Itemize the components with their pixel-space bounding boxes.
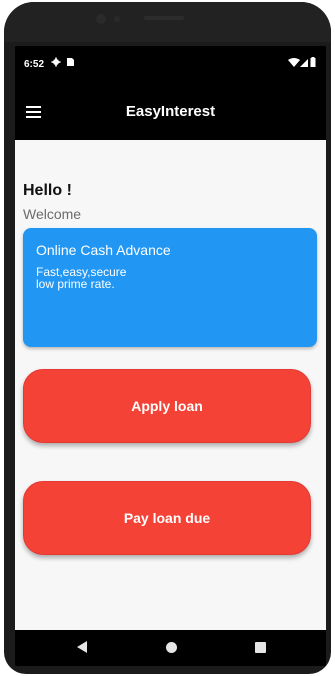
phone-bezel: 6:52 EasyInterest Hello ! Welcome Online…: [4, 2, 331, 674]
signal-icon: [300, 59, 308, 67]
battery-icon: [310, 57, 316, 67]
promo-card-title: Online Cash Advance: [36, 242, 171, 258]
front-camera-icon: [96, 14, 106, 24]
main-content: Hello ! Welcome Online Cash Advance Fast…: [15, 140, 326, 630]
wifi-icon: [288, 58, 300, 67]
device-frame: 6:52 EasyInterest Hello ! Welcome Online…: [0, 0, 335, 676]
welcome-text: Welcome: [23, 206, 82, 222]
status-bar: 6:52: [15, 46, 326, 84]
apply-loan-button[interactable]: Apply loan: [23, 369, 311, 443]
earpiece-speaker: [144, 16, 184, 20]
settings-gear-icon: [51, 57, 61, 67]
sd-card-icon: [67, 58, 74, 66]
bezel-top: [4, 2, 331, 42]
home-circle-icon[interactable]: [166, 642, 177, 653]
promo-card: Online Cash Advance Fast,easy,secure low…: [23, 228, 317, 347]
app-title: EasyInterest: [125, 103, 216, 120]
system-nav-bar: [15, 630, 326, 666]
greeting-heading: Hello !: [23, 182, 72, 199]
status-time: 6:52: [24, 59, 45, 70]
pay-loan-due-button[interactable]: Pay loan due: [23, 481, 311, 555]
screen: 6:52 EasyInterest Hello ! Welcome Online…: [15, 46, 326, 666]
app-bar: EasyInterest: [15, 84, 326, 140]
promo-card-subtitle: Fast,easy,secure low prime rate.: [36, 265, 127, 291]
back-triangle-icon[interactable]: [77, 641, 87, 653]
sensor-icon: [114, 16, 120, 22]
recents-square-icon[interactable]: [255, 642, 266, 653]
